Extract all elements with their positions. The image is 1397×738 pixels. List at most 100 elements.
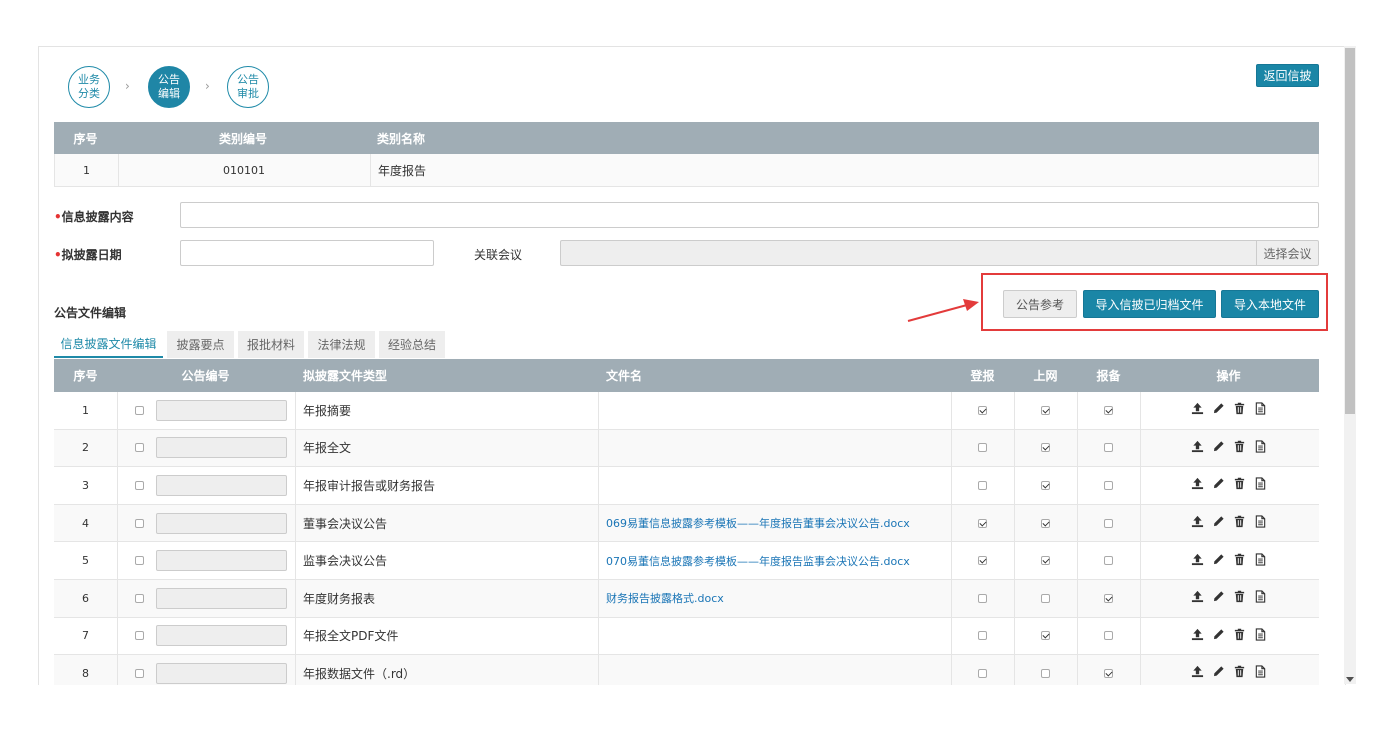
tab-disclosure-file-edit[interactable]: 信息披露文件编辑 [54, 331, 163, 358]
upload-icon[interactable] [1191, 515, 1204, 531]
select-checkbox[interactable] [135, 556, 144, 566]
file-name-link[interactable] [606, 430, 951, 467]
delete-icon[interactable] [1233, 440, 1246, 456]
document-icon[interactable] [1254, 440, 1267, 456]
upload-icon[interactable] [1191, 553, 1204, 569]
baobei-checkbox[interactable] [1104, 556, 1113, 566]
delete-icon[interactable] [1233, 590, 1246, 606]
select-checkbox[interactable] [135, 405, 144, 415]
upload-icon[interactable] [1191, 665, 1204, 681]
shangwang-checkbox[interactable] [1041, 631, 1050, 641]
edit-icon[interactable] [1212, 553, 1225, 569]
dengbao-checkbox[interactable] [978, 480, 987, 490]
edit-icon[interactable] [1212, 402, 1225, 418]
import-local-button[interactable]: 导入本地文件 [1221, 290, 1319, 318]
dengbao-checkbox[interactable] [978, 405, 987, 415]
vertical-scrollbar[interactable] [1344, 46, 1356, 684]
select-checkbox[interactable] [135, 668, 144, 678]
dengbao-checkbox[interactable] [978, 593, 987, 603]
baobei-checkbox[interactable] [1104, 593, 1113, 603]
announcement-code-input[interactable] [156, 399, 287, 421]
edit-icon[interactable] [1212, 440, 1225, 456]
scroll-down-arrow-icon[interactable] [1346, 677, 1354, 682]
document-icon[interactable] [1254, 628, 1267, 644]
announcement-reference-button[interactable]: 公告参考 [1003, 290, 1077, 318]
upload-icon[interactable] [1191, 628, 1204, 644]
edit-icon[interactable] [1212, 665, 1225, 681]
baobei-checkbox[interactable] [1104, 631, 1113, 641]
document-icon[interactable] [1254, 477, 1267, 493]
shangwang-checkbox[interactable] [1041, 518, 1050, 528]
file-name-link[interactable] [606, 467, 951, 504]
dengbao-checkbox[interactable] [978, 518, 987, 528]
announcement-code-input[interactable] [156, 625, 287, 647]
baobei-checkbox[interactable] [1104, 480, 1113, 490]
document-icon[interactable] [1254, 553, 1267, 569]
announcement-code-input[interactable] [156, 474, 287, 496]
dengbao-checkbox[interactable] [978, 631, 987, 641]
file-name-link[interactable]: 069易董信息披露参考模板——年度报告董事会决议公告.docx [606, 505, 951, 542]
edit-icon[interactable] [1212, 628, 1225, 644]
document-icon[interactable] [1254, 665, 1267, 681]
file-name-link[interactable]: 财务报告披露格式.docx [606, 580, 951, 617]
announcement-code-input[interactable] [156, 437, 287, 459]
select-meeting-button[interactable]: 选择会议 [1256, 240, 1319, 266]
delete-icon[interactable] [1233, 628, 1246, 644]
baobei-checkbox[interactable] [1104, 518, 1113, 528]
delete-icon[interactable] [1233, 553, 1246, 569]
return-disclosure-button[interactable]: 返回信披 [1256, 64, 1319, 87]
row-category-code: 010101 [223, 163, 265, 177]
document-icon[interactable] [1254, 590, 1267, 606]
document-icon[interactable] [1254, 515, 1267, 531]
announcement-code-input[interactable] [156, 512, 287, 534]
delete-icon[interactable] [1233, 477, 1246, 493]
shangwang-checkbox[interactable] [1041, 405, 1050, 415]
shangwang-checkbox[interactable] [1041, 593, 1050, 603]
baobei-checkbox[interactable] [1104, 405, 1113, 415]
announcement-code-input[interactable] [156, 662, 287, 684]
scrollbar-thumb[interactable] [1345, 48, 1355, 414]
edit-icon[interactable] [1212, 515, 1225, 531]
select-checkbox[interactable] [135, 480, 144, 490]
disclosure-content-input[interactable] [180, 202, 1319, 228]
edit-icon[interactable] [1212, 477, 1225, 493]
dengbao-checkbox[interactable] [978, 668, 987, 678]
tab-experience[interactable]: 经验总结 [379, 331, 445, 358]
tab-laws[interactable]: 法律法规 [308, 331, 375, 358]
baobei-checkbox[interactable] [1104, 668, 1113, 678]
file-name-link[interactable] [606, 392, 951, 429]
dengbao-checkbox[interactable] [978, 556, 987, 566]
select-checkbox[interactable] [135, 518, 144, 528]
baobei-checkbox[interactable] [1104, 443, 1113, 453]
select-checkbox[interactable] [135, 443, 144, 453]
shangwang-checkbox[interactable] [1041, 668, 1050, 678]
upload-icon[interactable] [1191, 440, 1204, 456]
step-1[interactable]: 业务 分类 [68, 66, 110, 108]
fh-actions: 操作 [1216, 369, 1241, 383]
select-checkbox[interactable] [135, 631, 144, 641]
delete-icon[interactable] [1233, 515, 1246, 531]
step-2[interactable]: 公告 编辑 [148, 66, 190, 108]
delete-icon[interactable] [1233, 402, 1246, 418]
edit-icon[interactable] [1212, 590, 1225, 606]
file-name-link[interactable] [606, 655, 951, 685]
announcement-code-input[interactable] [156, 550, 287, 572]
announcement-code-input[interactable] [156, 587, 287, 609]
step-3[interactable]: 公告 审批 [227, 66, 269, 108]
shangwang-checkbox[interactable] [1041, 443, 1050, 453]
file-name-link[interactable]: 070易董信息披露参考模板——年度报告监事会决议公告.docx [606, 542, 951, 579]
select-checkbox[interactable] [135, 593, 144, 603]
shangwang-checkbox[interactable] [1041, 480, 1050, 490]
delete-icon[interactable] [1233, 665, 1246, 681]
upload-icon[interactable] [1191, 590, 1204, 606]
disclosure-date-input[interactable] [180, 240, 434, 266]
upload-icon[interactable] [1191, 402, 1204, 418]
import-archived-button[interactable]: 导入信披已归档文件 [1083, 290, 1216, 318]
upload-icon[interactable] [1191, 477, 1204, 493]
document-icon[interactable] [1254, 402, 1267, 418]
tab-key-points[interactable]: 披露要点 [167, 331, 234, 358]
tab-approval-materials[interactable]: 报批材料 [238, 331, 304, 358]
dengbao-checkbox[interactable] [978, 443, 987, 453]
shangwang-checkbox[interactable] [1041, 556, 1050, 566]
file-name-link[interactable] [606, 618, 951, 655]
